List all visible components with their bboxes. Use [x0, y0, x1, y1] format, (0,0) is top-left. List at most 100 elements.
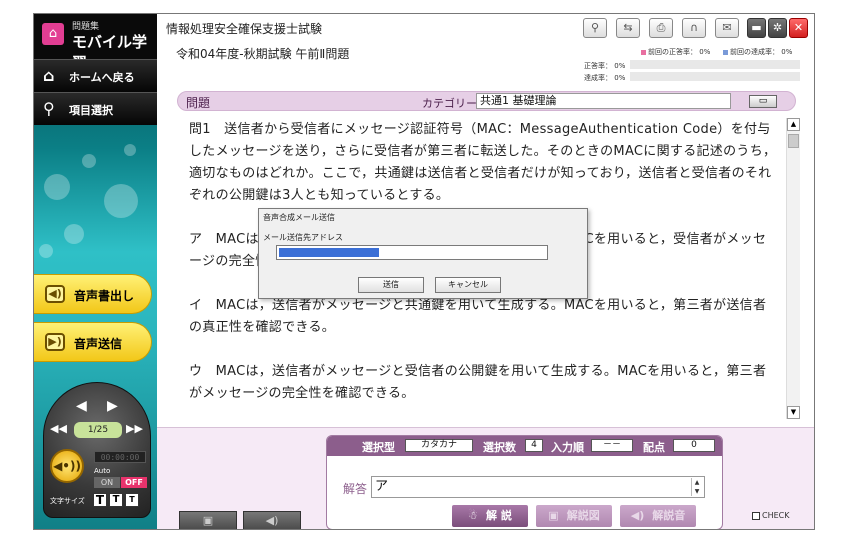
answer-spinner[interactable]: ▲ ▼ — [691, 478, 702, 496]
achieve-legend-swatch — [723, 49, 728, 55]
next-arrow-icon[interactable]: ▶ — [107, 398, 118, 414]
explanation-button[interactable]: ☃ 解 説 — [452, 505, 528, 527]
item-select-button[interactable]: ⚲ 項目選択 — [34, 92, 157, 125]
answer-panel: 選択型 カタカナ 選択数 4 入力順 －－ 配点 0 解答 ア ▲ ▼ ☃ 解 説 … — [326, 435, 723, 529]
choice-u: ウ MACは，送信者がメッセージと受信者の公開鍵を用いて生成する。MACを用いる… — [189, 364, 767, 401]
scroll-thumb[interactable] — [788, 134, 799, 148]
answer-input[interactable]: ア — [371, 476, 705, 498]
question-header: 問題 — [186, 96, 211, 110]
voice-play-icon: ◀•)) — [53, 459, 81, 473]
home-button[interactable]: ⌂ ホームへ戻る — [34, 59, 157, 92]
auto-on-toggle[interactable]: ON — [94, 477, 120, 488]
search-icon: ⚲ — [590, 21, 600, 34]
points-value: 0 — [673, 439, 715, 452]
mail-button[interactable]: ✉ — [715, 18, 739, 38]
dialog-title: 音声合成メール送信 — [263, 213, 335, 222]
app-logo: ⌂ 問題集 モバイル学習 — [34, 14, 157, 72]
category-value: 共通1 基礎理論 — [476, 93, 731, 109]
voice-export-label: 音声書出し — [74, 289, 135, 303]
voice-send-button[interactable]: ▶) 音声送信 — [34, 322, 152, 362]
speaker-icon: ◀) — [45, 285, 65, 303]
auto-label: Auto — [94, 467, 111, 475]
home-icon: ⌂ — [43, 66, 55, 85]
category-label: カテゴリー — [422, 97, 477, 110]
send-speaker-icon: ▶) — [45, 333, 65, 351]
gear-icon: ✲ — [772, 21, 783, 34]
selected-text — [279, 248, 379, 257]
headphones-button[interactable]: ∩ — [682, 18, 706, 38]
image-tab[interactable]: ▣ — [179, 511, 237, 529]
input-order-value: －－ — [591, 439, 633, 452]
answer-label: 解答 — [343, 482, 368, 496]
address-input[interactable] — [276, 245, 548, 260]
select-count-label: 選択数 — [483, 441, 516, 454]
scroll-down-icon[interactable]: ▼ — [787, 406, 800, 419]
headphones-icon: ∩ — [689, 21, 699, 34]
mail-icon: ✉ — [722, 21, 732, 34]
prev-correct-rate: 前回の正答率： 0% — [641, 47, 710, 57]
voice-send-label: 音声送信 — [74, 337, 123, 351]
folder-button[interactable]: ▬ — [747, 18, 766, 38]
folder-icon: ▬ — [751, 21, 762, 34]
answer-value: ア — [375, 479, 389, 494]
voice-export-button[interactable]: ◀) 音声書出し — [34, 274, 152, 314]
playback-controller: ◀ ▶ ◀◀ ▶▶ 1/25 ◀•)) 00:00:00 Auto ON OFF… — [43, 382, 151, 518]
print-button[interactable]: ⎙ — [649, 18, 673, 38]
settings-button[interactable]: ✲ — [768, 18, 787, 38]
voice-play-button[interactable]: ◀•)) — [50, 449, 84, 483]
correct-legend-swatch — [641, 49, 646, 55]
cancel-button[interactable]: キャンセル — [435, 277, 501, 293]
image-icon: ▣ — [202, 514, 214, 527]
check-box[interactable] — [752, 511, 760, 520]
search-button[interactable]: ⚲ — [583, 18, 607, 38]
choice-i: イ MACは，送信者がメッセージと共通鍵を用いて生成する。MACを用いると，第三… — [189, 298, 767, 335]
close-icon: ✕ — [793, 21, 804, 34]
page-indicator: 1/25 — [74, 422, 122, 438]
check-label: CHECK — [762, 511, 790, 520]
font-size-small-button[interactable]: T — [125, 493, 139, 507]
font-size-large-button[interactable]: T — [93, 493, 107, 507]
close-button[interactable]: ✕ — [789, 18, 808, 38]
teacher-icon: ☃ — [468, 509, 479, 522]
time-counter: 00:00:00 — [94, 451, 146, 463]
answer-info-bar: 選択型 カタカナ 選択数 4 入力順 －－ 配点 0 — [327, 436, 722, 456]
first-arrow-icon[interactable]: ◀◀ — [50, 422, 67, 435]
question-stem: 問1 送信者から受信者にメッセージ認証符号（MAC：MessageAuthent… — [189, 122, 777, 203]
last-arrow-icon[interactable]: ▶▶ — [126, 422, 143, 435]
spin-up-icon: ▲ — [694, 479, 700, 486]
sidebar: ⌂ 問題集 モバイル学習 ⌂ ホームへ戻る ⚲ 項目選択 ◀) 音声書出し ▶)… — [34, 14, 157, 529]
item-select-label: 項目選択 — [69, 104, 113, 117]
correct-rate-bar — [630, 60, 800, 69]
check-toggle[interactable]: CHECK — [752, 511, 790, 520]
audio-tab[interactable]: ◀) — [243, 511, 301, 529]
font-size-medium-button[interactable]: T — [109, 493, 123, 507]
swap-icon: ⇆ — [623, 21, 633, 34]
home-label: ホームへ戻る — [69, 71, 135, 84]
explanation-audio-button[interactable]: ◀) 解説音 — [620, 505, 696, 527]
speaker-small-icon: ◀) — [265, 514, 279, 527]
voice-mail-dialog: 音声合成メール送信 メール送信先アドレス 送信 キャンセル — [258, 208, 588, 299]
send-button[interactable]: 送信 — [358, 277, 424, 293]
audio-icon: ◀) — [630, 509, 645, 522]
question-header-bar: 問題 カテゴリー 共通1 基礎理論 ▭ — [177, 91, 796, 111]
auto-off-toggle[interactable]: OFF — [121, 477, 147, 488]
font-size-label: 文字サイズ — [50, 497, 85, 505]
select-type-label: 選択型 — [362, 441, 395, 454]
prev-achieve-rate: 前回の達成率： 0% — [723, 47, 792, 57]
input-order-label: 入力順 — [551, 441, 584, 454]
select-type-value: カタカナ — [405, 439, 473, 452]
spin-down-icon: ▼ — [694, 488, 700, 495]
switch-button[interactable]: ⇆ — [616, 18, 640, 38]
explanation-figure-button[interactable]: ▣ 解説図 — [536, 505, 612, 527]
prev-arrow-icon[interactable]: ◀ — [76, 398, 87, 414]
correct-rate: 正答率： 0% — [584, 62, 626, 70]
address-label: メール送信先アドレス — [263, 233, 343, 242]
question-scrollbar[interactable]: ▲ ▼ — [786, 118, 800, 419]
window-icon: ▭ — [758, 96, 768, 106]
achieve-rate-bar — [630, 72, 800, 81]
scroll-up-icon[interactable]: ▲ — [787, 118, 800, 131]
window-toggle-button[interactable]: ▭ — [749, 95, 777, 108]
points-label: 配点 — [643, 441, 665, 454]
achieve-rate: 達成率： 0% — [584, 74, 626, 82]
figure-icon: ▣ — [548, 509, 559, 522]
